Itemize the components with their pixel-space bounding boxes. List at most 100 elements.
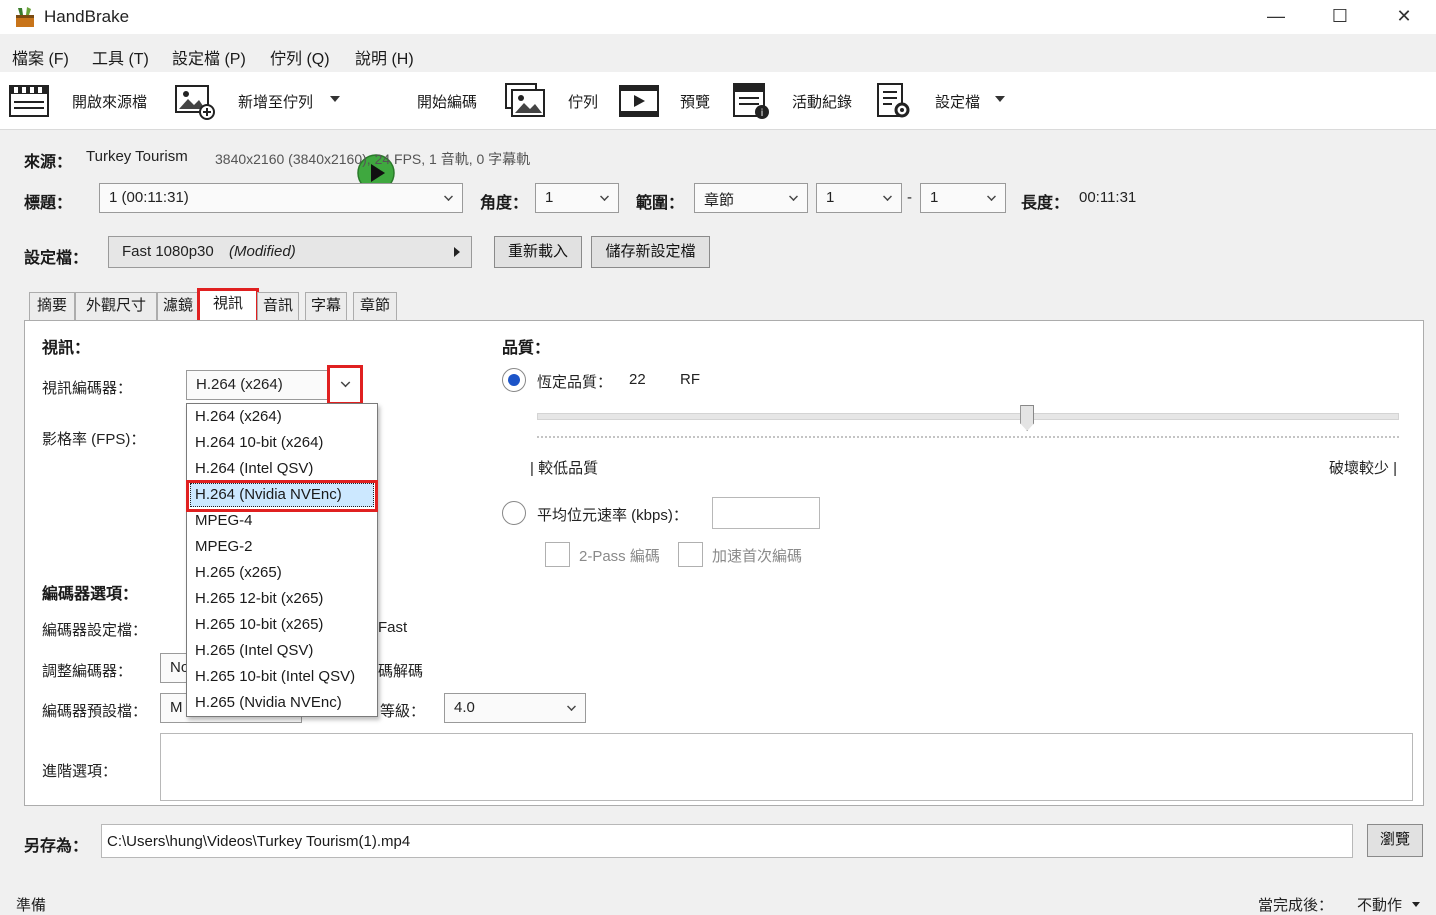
encoder-option[interactable]: H.265 12-bit (x265) (195, 590, 323, 607)
video-encoder-label: 視訊編碼器： (42, 380, 133, 397)
range-type-value: 章節 (704, 192, 735, 209)
rf-value: 22 (629, 371, 646, 388)
maximize-button[interactable]: ☐ (1308, 0, 1372, 34)
two-pass-label: 2-Pass 編碼 (579, 548, 660, 565)
add-to-queue-button[interactable]: 新增至佇列 (238, 91, 313, 112)
activity-log-button[interactable]: 活動紀錄 (792, 91, 852, 112)
encoder-option[interactable]: H.264 10-bit (x264) (195, 434, 323, 451)
encoder-dropdown-button[interactable] (327, 365, 363, 405)
low-quality-label: | 較低品質 (530, 460, 599, 477)
menu-bar: 檔案 (F) 工具 (T) 設定檔 (P) 佇列 (Q) 說明 (H) (0, 38, 1436, 70)
encoder-option[interactable]: MPEG-2 (195, 538, 253, 555)
start-encode-button[interactable]: 開始編碼 (417, 91, 477, 112)
video-encoder-value: H.264 (x264) (196, 376, 283, 393)
chevron-down-icon (567, 702, 576, 711)
chevron-down-icon (444, 192, 453, 201)
title-select[interactable]: 1 (00:11:31) (99, 183, 463, 213)
browse-button[interactable]: 瀏覽 (1367, 824, 1423, 857)
menu-queue[interactable]: 佇列 (Q) (270, 45, 330, 69)
clapperboard-icon[interactable] (8, 82, 50, 120)
tab-summary[interactable]: 摘要 (29, 292, 75, 320)
queue-button[interactable]: 佇列 (568, 91, 598, 112)
quality-section-label: 品質： (502, 340, 551, 357)
encoder-level-label: 等級： (380, 703, 426, 720)
avg-bitrate-input[interactable] (712, 497, 820, 529)
when-done-value[interactable]: 不動作 (1357, 894, 1402, 915)
presets-icon[interactable] (874, 82, 916, 120)
open-source-button[interactable]: 開啟來源檔 (72, 91, 147, 112)
video-section-label: 視訊： (42, 340, 91, 357)
title-label: 標題： (24, 195, 73, 212)
range-end-select[interactable]: 1 (920, 183, 1006, 213)
encoder-level-select[interactable]: 4.0 (444, 693, 586, 723)
encoder-option[interactable]: MPEG-4 (195, 512, 253, 529)
save-new-preset-button[interactable]: 儲存新設定檔 (591, 236, 710, 268)
range-start-select[interactable]: 1 (816, 183, 902, 213)
preview-icon[interactable] (618, 82, 660, 120)
angle-select[interactable]: 1 (535, 183, 619, 213)
encoder-option[interactable]: H.265 (Intel QSV) (195, 642, 313, 659)
tab-subtitles[interactable]: 字幕 (305, 292, 347, 320)
range-type-select[interactable]: 章節 (694, 183, 808, 213)
encoder-option[interactable]: H.264 (Intel QSV) (195, 460, 313, 477)
advanced-options-label: 進階選項： (42, 763, 118, 780)
range-end-value: 1 (930, 189, 939, 206)
when-done-dropdown-icon[interactable] (1412, 902, 1420, 907)
fast-decode-label: 碼解碼 (378, 663, 424, 680)
encoder-profile-label: 編碼器預設檔： (42, 703, 148, 720)
chevron-down-icon (987, 192, 996, 201)
source-info: 3840x2160 (3840x2160), 24 FPS, 1 音軌, 0 字… (215, 151, 531, 167)
duration-label: 長度： (1021, 195, 1070, 212)
menu-presets[interactable]: 設定檔 (P) (172, 45, 246, 69)
save-as-label: 另存為： (24, 838, 89, 855)
tab-video-highlight (197, 288, 259, 324)
advanced-options-input[interactable] (160, 733, 1413, 801)
tab-filters[interactable]: 濾鏡 (157, 292, 199, 320)
range-label: 範圍： (636, 195, 685, 212)
add-to-queue-dropdown-icon[interactable] (330, 96, 340, 102)
menu-tools[interactable]: 工具 (T) (92, 45, 149, 69)
menu-help[interactable]: 說明 (H) (355, 45, 414, 69)
tune-label: 調整編碼器： (42, 663, 133, 680)
save-as-path-input[interactable]: C:\Users\hung\Videos\Turkey Tourism(1).m… (101, 824, 1353, 858)
chevron-right-icon (454, 247, 460, 257)
turbo-first-pass-label: 加速首次編碼 (712, 548, 803, 565)
turbo-first-pass-checkbox[interactable] (678, 542, 703, 567)
menu-file[interactable]: 檔案 (F) (12, 45, 69, 69)
avg-bitrate-radio[interactable] (502, 501, 526, 525)
preset-value: Fast 1080p30 (122, 243, 214, 260)
source-label: 來源： (24, 154, 73, 171)
queue-icon[interactable] (504, 82, 546, 120)
preset-selector[interactable]: Fast 1080p30 (Modified) (108, 236, 472, 268)
title-bar: HandBrake — ☐ ✕ (0, 0, 1436, 34)
tab-dimensions[interactable]: 外觀尺寸 (75, 292, 157, 320)
encoder-preset-label: 編碼器設定檔： (42, 622, 148, 639)
minimize-button[interactable]: — (1244, 0, 1308, 34)
close-button[interactable]: ✕ (1372, 0, 1436, 34)
presets-button[interactable]: 設定檔 (935, 91, 980, 112)
activity-log-icon[interactable]: i (730, 82, 772, 120)
source-name: Turkey Tourism (86, 148, 188, 165)
quality-slider-track[interactable] (537, 413, 1399, 420)
preview-button[interactable]: 預覽 (680, 91, 710, 112)
presets-dropdown-icon[interactable] (995, 96, 1005, 102)
preset-modified: (Modified) (229, 243, 296, 260)
encoder-option[interactable]: H.264 (x264) (195, 408, 282, 425)
preset-label: 設定檔： (24, 250, 89, 267)
tab-chapters[interactable]: 章節 (353, 292, 397, 320)
quality-slider-ticks (537, 436, 1399, 438)
duration-value: 00:11:31 (1079, 189, 1137, 206)
handbrake-logo-icon (16, 7, 34, 27)
two-pass-checkbox[interactable] (545, 542, 570, 567)
tab-audio[interactable]: 音訊 (257, 292, 299, 320)
status-bar: 準備 當完成後： 不動作 (0, 880, 1436, 914)
encoder-option[interactable]: H.265 (Nvidia NVEnc) (195, 694, 342, 711)
reload-button[interactable]: 重新載入 (494, 236, 582, 268)
chevron-down-icon (600, 192, 609, 201)
encoder-option[interactable]: H.265 (x265) (195, 564, 282, 581)
add-to-queue-icon[interactable] (174, 82, 216, 120)
toolbar: 開啟來源檔 新增至佇列 開始編碼 佇列 預覽 i 活動紀錄 設定檔 (0, 72, 1436, 192)
encoder-option[interactable]: H.265 10-bit (x265) (195, 616, 323, 633)
encoder-option[interactable]: H.265 10-bit (Intel QSV) (195, 668, 355, 685)
constant-quality-radio[interactable] (502, 368, 526, 392)
